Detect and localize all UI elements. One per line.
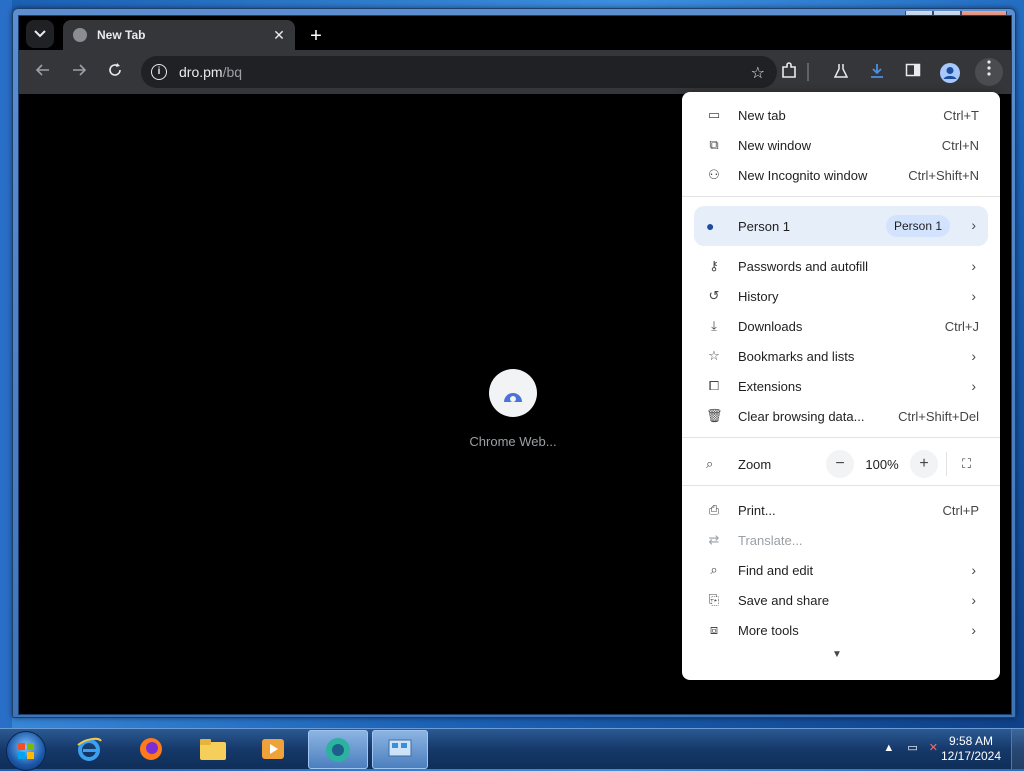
windows-logo-icon: [18, 743, 34, 759]
tab-title: New Tab: [97, 28, 146, 42]
media-player-icon[interactable]: [246, 730, 300, 767]
puzzle-icon: ⧠: [708, 378, 720, 393]
forward-icon[interactable]: [69, 62, 89, 82]
start-button[interactable]: [6, 731, 46, 771]
address-bar[interactable]: i dro.pm/bq ☆: [141, 56, 777, 88]
save-icon: ⎘: [708, 592, 720, 607]
control-panel-icon: [388, 739, 412, 756]
volume-muted-icon[interactable]: ✕: [929, 742, 938, 754]
desktop-background: [0, 0, 12, 728]
menu-divider: [682, 196, 1000, 197]
extensions-icon[interactable]: [779, 62, 799, 82]
show-desktop-button[interactable]: [1011, 729, 1024, 769]
network-icon[interactable]: ▭: [907, 742, 917, 754]
new-tab-icon: ▭: [707, 107, 721, 122]
menu-item-zoom: ⌕ Zoom − 100% + ⛶: [682, 448, 1000, 480]
menu-item-bookmarks[interactable]: ☆ Bookmarks and lists ›: [682, 341, 1000, 371]
firefox-icon[interactable]: [124, 730, 178, 767]
download-icon: ⤓: [711, 318, 717, 333]
menu-item-new-window[interactable]: ⧉ New window Ctrl+N: [682, 130, 1000, 160]
loading-label: Chrome Web...: [469, 434, 557, 449]
menu-item-passwords[interactable]: ⚷ Passwords and autofill ›: [682, 251, 1000, 281]
menu-item-person[interactable]: ● Person 1 Person 1 ›: [694, 206, 988, 246]
zoom-icon: ⌕: [706, 456, 714, 471]
tab-strip: New Tab ✕ +: [19, 16, 1011, 50]
menu-item-new-incognito-window[interactable]: ⚇ New Incognito window Ctrl+Shift+N: [682, 160, 1000, 190]
chrome-app-icon: [326, 737, 350, 762]
tab-new-tab[interactable]: New Tab ✕: [63, 20, 295, 50]
tab-search-button[interactable]: [26, 20, 54, 48]
chevron-right-icon: ›: [971, 288, 976, 304]
url-text: dro.pm/bq: [179, 64, 243, 80]
profile-badge: Person 1: [885, 215, 950, 237]
taskbar: ▲ ▭ ✕ 9:58 AM 12/17/2024: [0, 728, 1024, 771]
chevron-right-icon: ›: [971, 562, 976, 578]
star-icon: ☆: [708, 348, 720, 363]
download-icon[interactable]: [867, 62, 887, 82]
menu-item-save-and-share[interactable]: ⎘ Save and share ›: [682, 585, 1000, 615]
zoom-value: 100%: [865, 457, 899, 472]
zoom-out-button[interactable]: −: [826, 450, 854, 478]
menu-scroll-down-icon[interactable]: ▼: [832, 649, 842, 660]
chevron-right-icon: ›: [971, 217, 976, 233]
menu-divider: [682, 437, 1000, 438]
chevron-right-icon: ›: [971, 258, 976, 274]
toolbar: i dro.pm/bq ☆: [19, 50, 1011, 94]
flask-icon[interactable]: [831, 62, 851, 82]
reload-icon[interactable]: [105, 62, 125, 82]
fullscreen-icon[interactable]: ⛶: [962, 456, 971, 472]
taskbar-clock[interactable]: 9:58 AM 12/17/2024: [938, 734, 1004, 764]
loading-favicon: [489, 369, 537, 417]
toolbar-divider: [807, 63, 809, 81]
menu-item-find-and-edit[interactable]: ⌕ Find and edit ›: [682, 555, 1000, 585]
internet-explorer-icon[interactable]: [62, 730, 116, 767]
file-explorer-icon[interactable]: [186, 730, 240, 767]
system-tray: ▲ ▭ ✕: [883, 741, 938, 754]
profile-avatar-icon[interactable]: [939, 62, 960, 83]
menu-item-more-tools[interactable]: ⧈ More tools ›: [682, 615, 1000, 645]
zoom-in-button[interactable]: +: [910, 450, 938, 478]
menu-dots-icon[interactable]: [975, 58, 1003, 86]
chrome-taskbar-button[interactable]: [308, 730, 368, 769]
person-icon: ●: [706, 218, 715, 234]
globe-icon: [73, 28, 87, 42]
chrome-web-store-icon: [504, 393, 522, 402]
chevron-right-icon: ›: [971, 348, 976, 364]
new-tab-button[interactable]: +: [303, 23, 329, 49]
clock-date: 12/17/2024: [940, 749, 1002, 763]
key-icon: ⚷: [709, 258, 719, 273]
toolbox-icon: ⧈: [709, 622, 719, 637]
chevron-right-icon: ›: [971, 378, 976, 394]
incognito-icon: ⚇: [708, 167, 720, 182]
menu-divider: [682, 485, 1000, 486]
zoom-divider: [946, 452, 947, 476]
chevron-right-icon: ›: [971, 622, 976, 638]
history-icon: ↺: [708, 288, 720, 303]
control-panel-taskbar-button[interactable]: [372, 730, 428, 769]
chevron-right-icon: ›: [971, 592, 976, 608]
bookmark-star-icon[interactable]: ☆: [751, 63, 765, 83]
chrome-menu: ▭ New tab Ctrl+T ⧉ New window Ctrl+N ⚇ N…: [682, 92, 1000, 680]
translate-icon: ⇄: [708, 532, 720, 547]
tab-close-icon[interactable]: ✕: [269, 27, 289, 44]
show-hidden-icons-icon[interactable]: ▲: [883, 742, 894, 754]
printer-icon: ⎙: [708, 502, 720, 517]
back-icon[interactable]: [33, 62, 53, 82]
trash-icon: 🗑: [706, 408, 723, 423]
find-icon: ⌕: [710, 562, 718, 577]
menu-item-extensions[interactable]: ⧠ Extensions ›: [682, 371, 1000, 401]
side-panel-icon[interactable]: [903, 62, 923, 82]
new-window-icon: ⧉: [709, 137, 719, 152]
menu-item-clear-browsing-data[interactable]: 🗑 Clear browsing data... Ctrl+Shift+Del: [682, 401, 1000, 431]
menu-item-history[interactable]: ↺ History ›: [682, 281, 1000, 311]
clock-time: 9:58 AM: [948, 734, 994, 748]
site-info-icon[interactable]: i: [151, 64, 167, 80]
menu-item-new-tab[interactable]: ▭ New tab Ctrl+T: [682, 100, 1000, 130]
menu-item-downloads[interactable]: ⤓ Downloads Ctrl+J: [682, 311, 1000, 341]
menu-item-print[interactable]: ⎙ Print... Ctrl+P: [682, 495, 1000, 525]
menu-item-translate[interactable]: ⇄ Translate...: [682, 525, 1000, 555]
chevron-down-icon: [34, 30, 46, 38]
